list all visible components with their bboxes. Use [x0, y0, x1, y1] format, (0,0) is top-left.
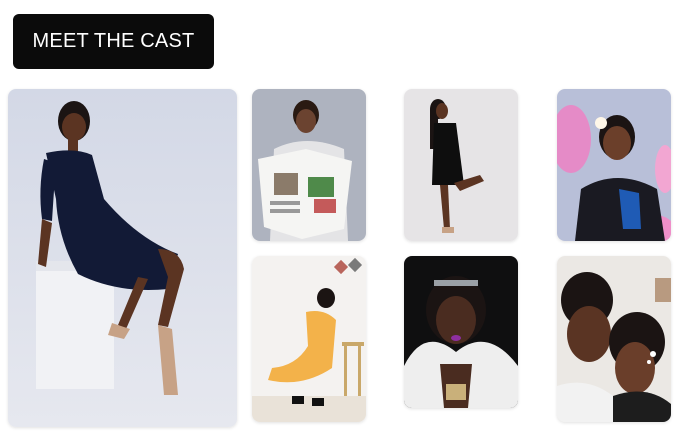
cast-photo-5[interactable] — [252, 256, 366, 422]
cast-photo-1-image — [8, 89, 237, 427]
cast-photo-2[interactable] — [252, 89, 366, 241]
cast-photo-4-image — [557, 89, 671, 241]
cast-photo-1[interactable] — [8, 89, 237, 427]
cast-photo-5-image — [252, 256, 366, 422]
cast-photo-3-image — [404, 89, 518, 241]
cast-photo-7[interactable] — [557, 256, 671, 422]
cast-photo-6[interactable] — [404, 256, 518, 408]
cast-photo-3[interactable] — [404, 89, 518, 241]
cast-photo-4[interactable] — [557, 89, 671, 241]
cast-photo-2-image — [252, 89, 366, 241]
cast-photo-6-image — [404, 256, 518, 408]
meet-the-cast-button[interactable]: MEET THE CAST — [13, 14, 214, 69]
cast-photo-7-image — [557, 256, 671, 422]
